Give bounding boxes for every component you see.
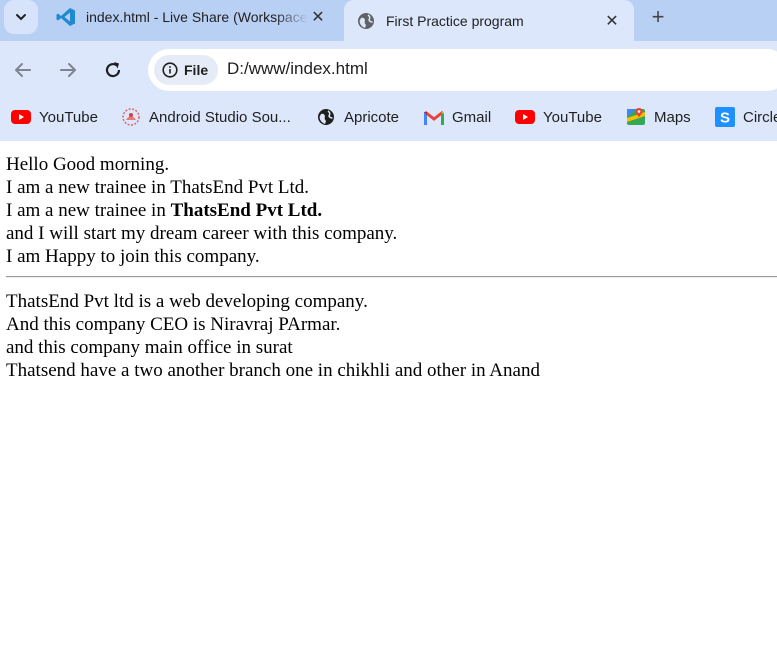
android-studio-icon bbox=[121, 107, 141, 127]
tab-title: First Practice program bbox=[386, 12, 524, 29]
tab-first-practice[interactable]: First Practice program ✕ bbox=[344, 0, 634, 41]
bookmark-maps[interactable]: Maps bbox=[626, 106, 691, 128]
youtube-icon bbox=[11, 107, 31, 127]
toolbar: File D:/www/index.html bbox=[0, 41, 777, 99]
address-bar[interactable]: File D:/www/index.html bbox=[148, 49, 777, 91]
bookmark-label: YouTube bbox=[543, 108, 602, 126]
company-info-block: ThatsEnd Pvt ltd is a web developing com… bbox=[0, 290, 540, 382]
forward-arrow-icon bbox=[60, 63, 76, 77]
globe-icon bbox=[356, 11, 376, 31]
bookmark-label: Apricote bbox=[344, 108, 400, 126]
tab-live-share[interactable]: index.html - Live Share (Workspace) ✕ bbox=[44, 0, 340, 34]
close-icon[interactable]: ✕ bbox=[308, 7, 328, 27]
text-line: I am a new trainee in ThatsEnd Pvt Ltd. bbox=[0, 199, 397, 222]
site-chip-label: File bbox=[184, 62, 209, 78]
text-line: and this company main office in surat bbox=[6, 337, 293, 358]
bookmark-apricote[interactable]: Apricote bbox=[316, 106, 399, 128]
new-tab-button[interactable]: + bbox=[645, 4, 671, 30]
bookmark-youtube-2[interactable]: YouTube bbox=[515, 106, 602, 128]
bookmark-label: YouTube bbox=[39, 108, 98, 126]
reload-button[interactable] bbox=[97, 54, 129, 86]
text-line: And this company CEO is Niravraj PArmar. bbox=[6, 314, 341, 335]
bookmark-circle[interactable]: S Circle bbox=[715, 106, 777, 128]
bookmark-android-studio[interactable]: Android Studio Sou... bbox=[121, 106, 291, 128]
reload-icon bbox=[105, 62, 121, 78]
svg-text:S: S bbox=[720, 110, 730, 127]
intro-text-block: Hello Good morning. I am a new trainee i… bbox=[0, 153, 397, 268]
text-line: ThatsEnd Pvt ltd is a web developing com… bbox=[6, 291, 368, 312]
bookmark-label: Gmail bbox=[452, 108, 492, 126]
bookmark-label: Circle bbox=[743, 108, 777, 126]
bold-company-name: ThatsEnd Pvt Ltd. bbox=[170, 200, 323, 221]
youtube-icon bbox=[515, 107, 535, 127]
tab-title: index.html - Live Share (Workspace) bbox=[86, 9, 308, 25]
text-line-prefix: I am a new trainee in bbox=[6, 200, 171, 221]
circle-s-icon: S bbox=[715, 107, 735, 127]
tab-strip: index.html - Live Share (Workspace) ✕ Fi… bbox=[0, 0, 777, 41]
vscode-icon bbox=[56, 7, 76, 27]
gmail-icon bbox=[424, 107, 444, 127]
text-line: I am Happy to join this company. bbox=[6, 246, 260, 267]
text-line: Hello Good morning. bbox=[6, 154, 170, 175]
site-info-chip[interactable]: File bbox=[154, 55, 219, 85]
chevron-down-icon bbox=[16, 14, 26, 21]
tab-search-button[interactable] bbox=[4, 0, 38, 34]
url-text[interactable]: D:/www/index.html bbox=[227, 59, 368, 79]
bookmark-gmail[interactable]: Gmail bbox=[424, 106, 491, 128]
text-line: I am a new trainee in ThatsEnd Pvt Ltd. bbox=[6, 177, 310, 198]
bookmark-youtube[interactable]: YouTube bbox=[11, 106, 98, 128]
horizontal-rule bbox=[6, 276, 777, 278]
back-arrow-icon bbox=[15, 63, 31, 77]
maps-icon bbox=[626, 107, 646, 127]
forward-button[interactable] bbox=[52, 54, 84, 86]
text-line: and I will start my dream career with th… bbox=[6, 223, 398, 244]
page-content: Hello Good morning. I am a new trainee i… bbox=[0, 142, 777, 664]
bookmarks-bar: YouTube Android Studio Sou... Apricote G… bbox=[0, 99, 777, 141]
globe-icon bbox=[316, 107, 336, 127]
back-button[interactable] bbox=[7, 54, 39, 86]
close-icon[interactable]: ✕ bbox=[602, 11, 622, 31]
bookmark-label: Maps bbox=[654, 108, 691, 126]
text-line: Thatsend have a two another branch one i… bbox=[6, 360, 540, 381]
info-icon bbox=[162, 62, 178, 78]
bookmark-label: Android Studio Sou... bbox=[149, 108, 291, 126]
